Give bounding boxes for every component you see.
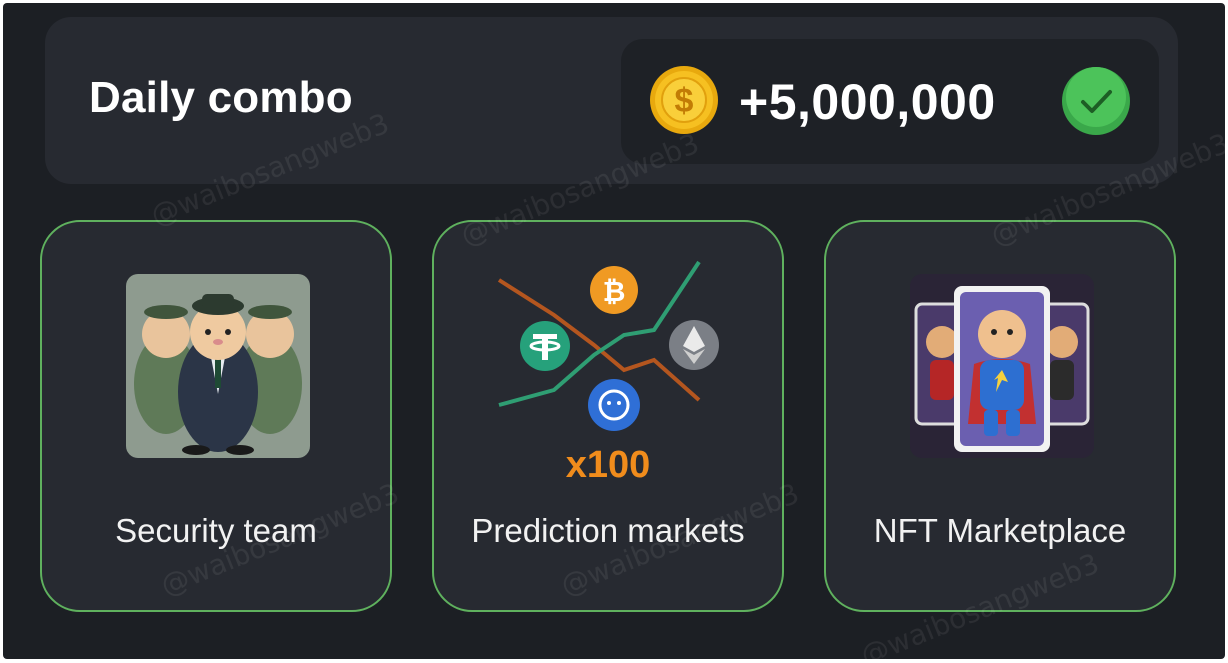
daily-combo-title: Daily combo [89,73,353,122]
daily-combo-header: Daily combo $ +5,000,000 [45,17,1178,184]
dollar-coin-icon: $ [650,66,718,134]
multiplier-label: x100 [565,444,651,486]
card-label: Prediction markets [471,512,745,549]
ethereum-icon [669,320,719,370]
hamster-nft-cards-image [910,274,1094,458]
hamster-security-team-image [126,274,310,458]
reward-amount: +5,000,000 [739,74,996,130]
reward-panel: $ +5,000,000 [621,39,1159,164]
bitcoin-icon: ₿ [590,266,638,314]
svg-text:₿: ₿ [603,276,626,307]
tether-icon [520,321,570,371]
card-security-team[interactable]: Security team [40,220,392,612]
hamster-coin-icon [588,379,640,431]
checkmark-icon [1062,67,1130,135]
card-prediction-markets[interactable]: ₿ x100 Prediction markets [432,220,784,612]
card-nft-marketplace[interactable]: NFT Marketplace [824,220,1176,612]
svg-text:$: $ [675,82,694,120]
card-label: NFT Marketplace [873,512,1127,549]
card-label: Security team [115,512,317,549]
daily-combo-screen: Daily combo $ +5,000,000 Security team ₿… [3,3,1225,659]
